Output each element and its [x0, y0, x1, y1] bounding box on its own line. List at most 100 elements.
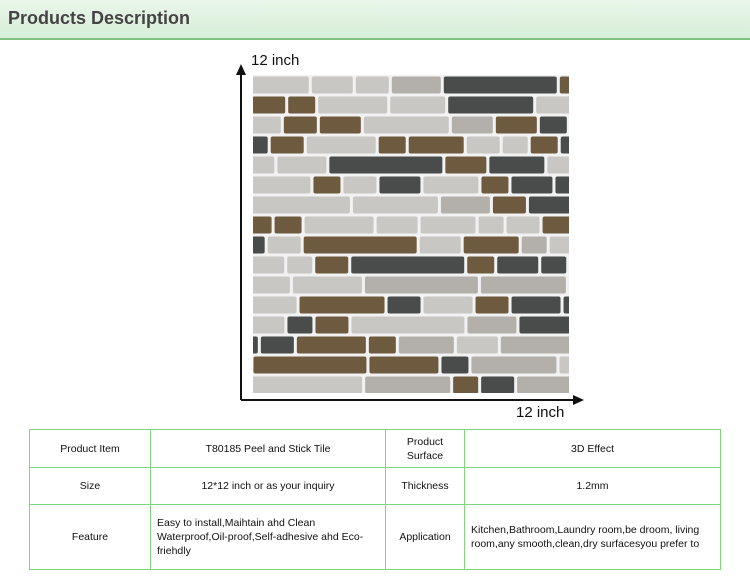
- mosaic-tile: [318, 96, 388, 114]
- mosaic-tile: [364, 276, 478, 294]
- mosaic-tile: [500, 336, 586, 354]
- mosaic-tile: [528, 196, 578, 214]
- mosaic-tile: [351, 316, 465, 334]
- mosaic-tile: [378, 136, 406, 154]
- mosaic-tile: [270, 136, 304, 154]
- mosaic-tile: [319, 116, 361, 134]
- mosaic-tile: [495, 116, 537, 134]
- mosaic-tile: [252, 96, 286, 114]
- section-title: Products Description: [8, 8, 191, 28]
- value-thickness: 1.2mm: [464, 467, 721, 505]
- mosaic-tile: [547, 156, 575, 174]
- mosaic-tile: [549, 236, 575, 254]
- mosaic-tile: [441, 356, 469, 374]
- mosaic-tile: [467, 316, 517, 334]
- mosaic-tile: [236, 196, 350, 214]
- mosaic-tile: [313, 176, 341, 194]
- mosaic-tile: [352, 196, 438, 214]
- label-product-surface: Product Surface: [385, 429, 465, 468]
- mosaic-tile: [303, 236, 417, 254]
- mosaic-tile: [296, 336, 366, 354]
- mosaic-tile: [440, 196, 490, 214]
- mosaic-tile: [368, 336, 396, 354]
- mosaic-tile: [423, 176, 479, 194]
- mosaic-tile: [351, 256, 465, 274]
- mosaic-tile: [559, 76, 609, 94]
- mosaic-tile: [227, 296, 297, 314]
- mosaic-tile: [287, 256, 313, 274]
- mosaic-tile: [555, 176, 581, 194]
- mosaic-tile: [225, 116, 281, 134]
- table-row: Size 12*12 inch or as your inquiry Thick…: [29, 467, 721, 505]
- mosaic-tile: [423, 296, 473, 314]
- mosaic-tile: [443, 76, 557, 94]
- mosaic-tile: [511, 176, 553, 194]
- spec-table: Product Item T80185 Peel and Stick Tile …: [29, 429, 721, 570]
- mosaic-tile: [249, 376, 363, 394]
- mosaic-tile: [355, 76, 389, 94]
- mosaic-tile: [387, 296, 421, 314]
- mosaic-tile: [517, 376, 631, 394]
- mosaic-tile: [315, 256, 349, 274]
- mosaic-tile: [478, 216, 504, 234]
- mosaic-tile: [559, 356, 673, 374]
- label-feature: Feature: [29, 504, 151, 570]
- mosaic-tile: [451, 116, 493, 134]
- mosaic-tile: [241, 156, 275, 174]
- mosaic-tile: [288, 96, 316, 114]
- mosaic-tile: [481, 376, 515, 394]
- mosaic-tile: [287, 316, 313, 334]
- mosaic-tile: [304, 216, 374, 234]
- mosaic-tile: [563, 296, 597, 314]
- mosaic-tile: [390, 96, 446, 114]
- label-size: Size: [29, 467, 151, 505]
- mosaic-tile: [481, 176, 509, 194]
- value-size: 12*12 inch or as your inquiry: [150, 467, 386, 505]
- mosaic-tile: [471, 356, 557, 374]
- mosaic-tile: [419, 236, 461, 254]
- mosaic-tile: [398, 336, 454, 354]
- mosaic-tile: [283, 116, 317, 134]
- value-application: Kitchen,Bathroom,Laundry room,be droom, …: [464, 504, 721, 570]
- mosaic-tile: [475, 296, 509, 314]
- width-label: 12 inch: [516, 404, 565, 421]
- width-arrow-head: [573, 395, 584, 405]
- mosaic-tile: [542, 216, 592, 234]
- mosaic-tile: [497, 256, 539, 274]
- mosaic-tile: [506, 216, 540, 234]
- mosaic-tile: [235, 316, 285, 334]
- mosaic-tile: [267, 236, 301, 254]
- mosaic-tile: [251, 256, 285, 274]
- tile-product-image: [225, 75, 683, 394]
- label-application: Application: [385, 504, 465, 570]
- mosaic-tile: [376, 216, 418, 234]
- value-product-item: T80185 Peel and Stick Tile: [150, 429, 386, 468]
- mosaic-tile: [232, 336, 258, 354]
- value-feature: Easy to install,Maihtain ahd Clean Water…: [150, 504, 386, 570]
- mosaic-tile: [408, 136, 464, 154]
- value-product-surface: 3D Effect: [464, 429, 721, 468]
- mosaic-tile: [445, 156, 487, 174]
- mosaic-tile: [306, 136, 376, 154]
- mosaic-tile: [277, 156, 327, 174]
- mosaic-tile: [536, 96, 592, 114]
- mosaic-tile: [480, 276, 566, 294]
- mosaic-tile: [239, 236, 265, 254]
- mosaic-tile: [343, 176, 377, 194]
- mosaic-tile: [329, 156, 443, 174]
- mosaic-tile: [226, 136, 268, 154]
- mosaic-tile: [466, 136, 500, 154]
- mosaic-tile: [539, 116, 567, 134]
- mosaic-tile: [560, 136, 646, 154]
- mosaic-tile: [260, 336, 294, 354]
- mosaic-tile: [530, 136, 558, 154]
- mosaic-tile: [521, 236, 547, 254]
- mosaic-tile: [299, 296, 385, 314]
- mosaic-tile: [369, 356, 439, 374]
- mosaic-tile: [315, 316, 349, 334]
- label-thickness: Thickness: [385, 467, 465, 505]
- mosaic-tile: [463, 236, 519, 254]
- height-arrow-head: [236, 64, 246, 75]
- mosaic-tile: [311, 76, 353, 94]
- mosaic-tile: [225, 176, 311, 194]
